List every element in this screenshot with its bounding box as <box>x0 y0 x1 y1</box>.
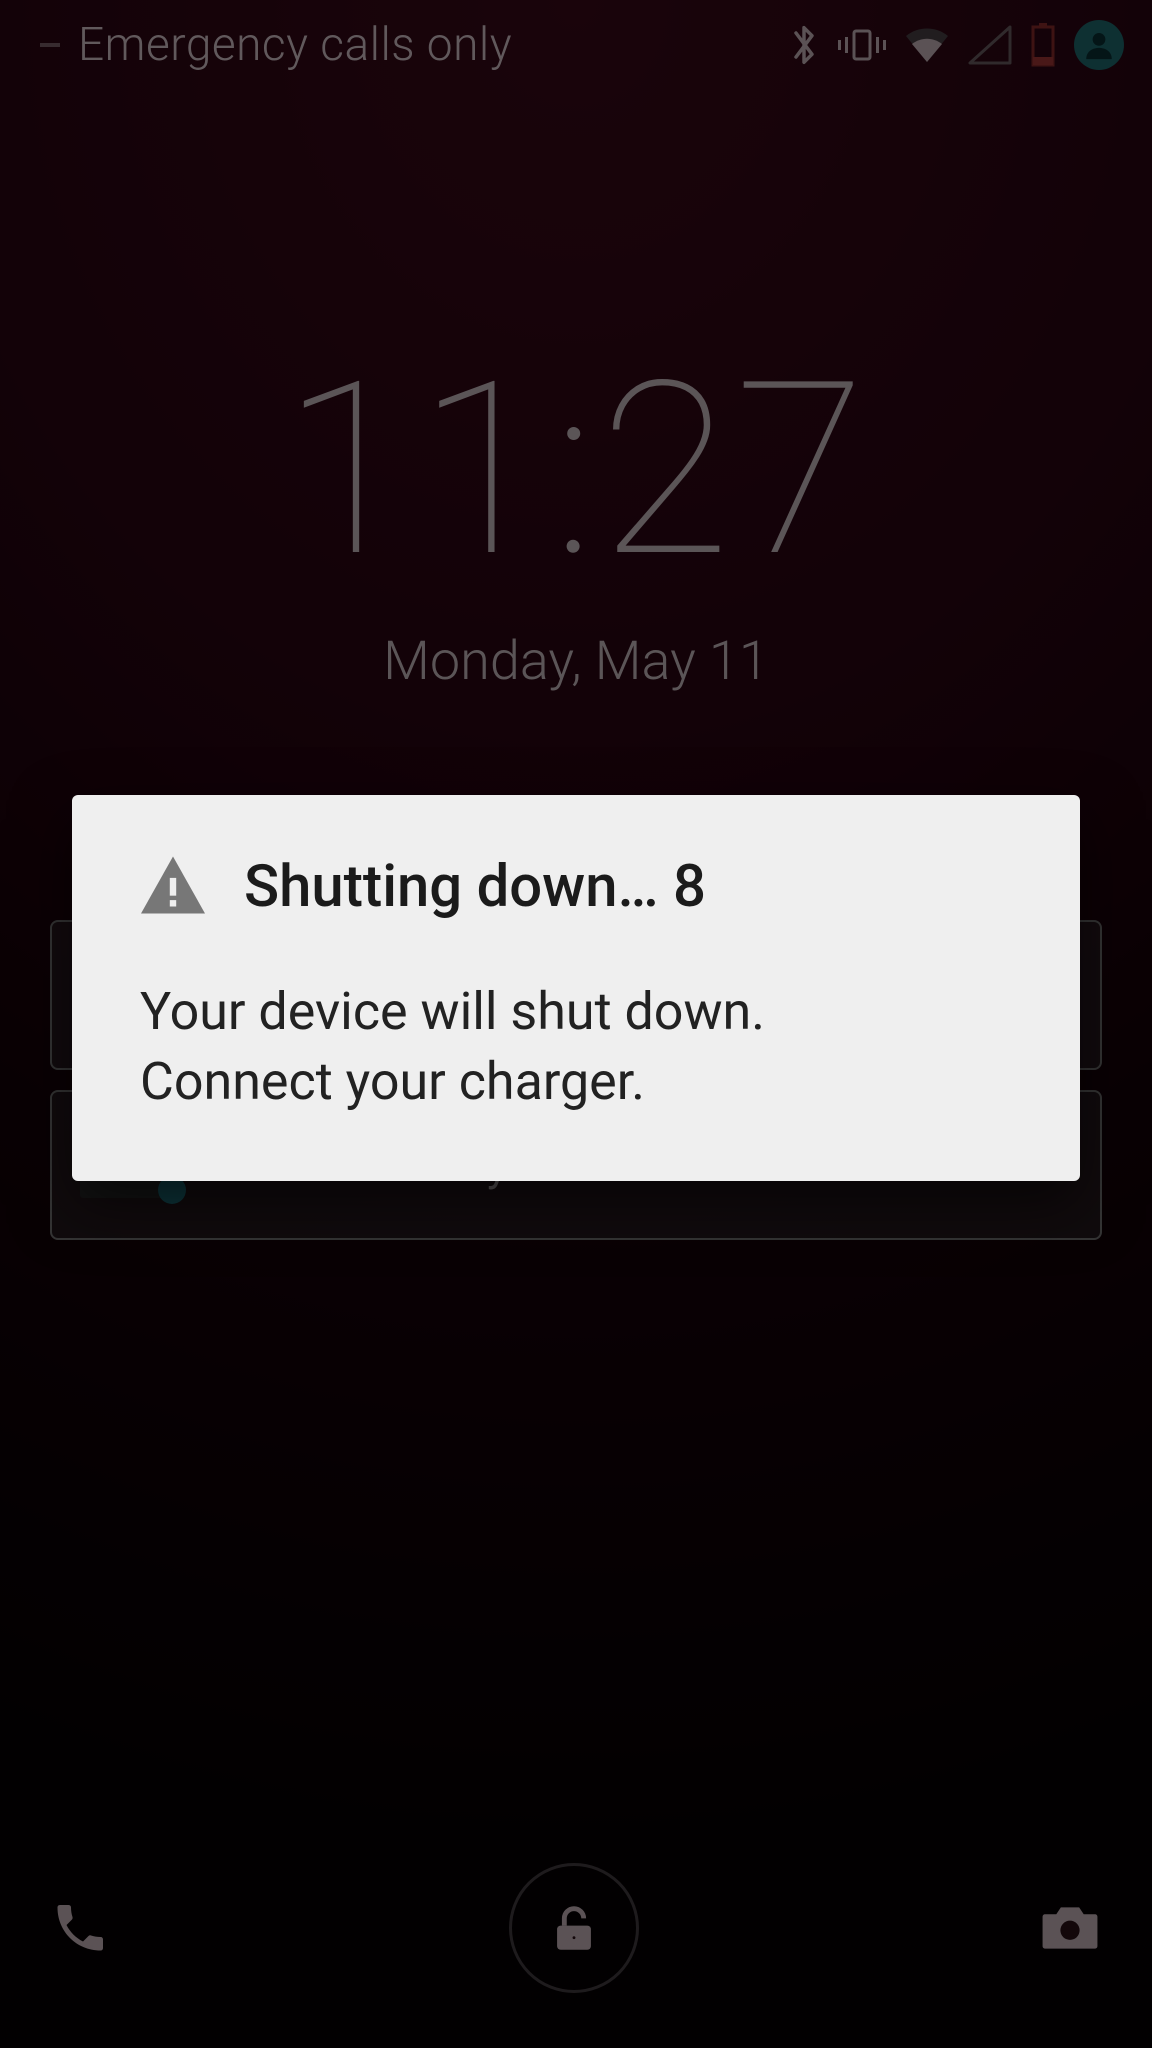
bluetooth-icon <box>788 22 820 68</box>
status-right <box>788 20 1124 70</box>
dialog-title: Shutting down… 8 <box>244 853 706 921</box>
lock-clock: 11:27 <box>0 350 1152 590</box>
unlock-icon <box>545 1899 603 1957</box>
camera-icon <box>1038 1900 1102 1956</box>
phone-icon <box>50 1898 110 1958</box>
user-avatar-icon[interactable] <box>1074 20 1124 70</box>
dialog-body: Your device will shut down. Connect your… <box>136 977 1016 1117</box>
status-left: Emergency calls only <box>40 18 512 72</box>
shutdown-dialog[interactable]: Shutting down… 8 Your device will shut d… <box>72 795 1080 1181</box>
warning-icon <box>136 853 210 921</box>
phone-shortcut[interactable] <box>50 1898 110 1958</box>
battery-critical-icon <box>1030 23 1056 67</box>
wifi-icon <box>904 26 950 64</box>
clock-area: 11:27 Monday, May 11 <box>0 350 1152 693</box>
camera-shortcut[interactable] <box>1038 1900 1102 1956</box>
signal-icon <box>968 25 1012 65</box>
vibrate-icon <box>838 25 886 65</box>
lock-screen: Emergency calls only <box>0 0 1152 2048</box>
lock-date: Monday, May 11 <box>0 630 1152 693</box>
unlock-handle[interactable] <box>509 1863 639 1993</box>
carrier-label: Emergency calls only <box>78 18 512 72</box>
status-bar: Emergency calls only <box>0 0 1152 90</box>
dialog-header: Shutting down… 8 <box>136 853 1016 921</box>
network-indicator-icon <box>40 43 60 47</box>
bottom-shortcut-bar <box>0 1858 1152 1998</box>
